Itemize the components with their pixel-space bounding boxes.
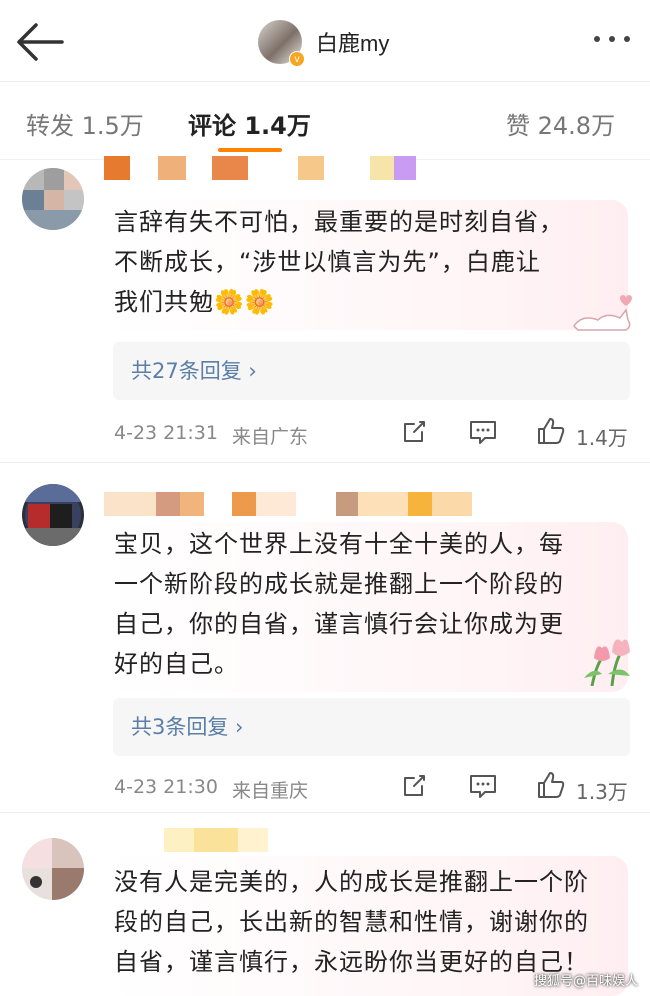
active-tab-indicator bbox=[218, 148, 282, 152]
share-icon[interactable] bbox=[400, 772, 428, 804]
avatar[interactable] bbox=[22, 484, 84, 546]
comment-item: 言辞有失不可怕，最重要的是时刻自省， 不断成长，“涉世以慎言为先”，白鹿让 我们… bbox=[0, 156, 650, 470]
username-mosaic bbox=[104, 156, 416, 180]
avatar[interactable]: v bbox=[258, 20, 305, 67]
like-icon[interactable] bbox=[536, 416, 566, 450]
comment-text: 没有人是完美的，人的成长是推翻上一个阶 段的自己，长出新的智慧和性情，谢谢你的 … bbox=[114, 868, 589, 976]
tab-likes[interactable]: 赞 24.8万 bbox=[506, 106, 615, 141]
back-arrow-icon[interactable] bbox=[14, 20, 66, 64]
divider bbox=[0, 812, 650, 813]
watermark: 搜狐号@百味娱人 bbox=[533, 974, 638, 989]
page-title: 白鹿my bbox=[316, 31, 390, 56]
view-replies-link[interactable]: 共27条回复 › bbox=[113, 342, 630, 400]
verified-badge-icon: v bbox=[289, 51, 305, 67]
tab-bar: 转发 1.5万 评论 1.4万 赞 24.8万 bbox=[0, 82, 650, 160]
comment-item: 宝贝，这个世界上没有十全十美的人，每 一个新阶段的成长就是推翻上一个阶段的 自己… bbox=[0, 470, 650, 820]
tab-comments[interactable]: 评论 1.4万 bbox=[188, 106, 311, 141]
like-count: 1.3万 bbox=[576, 780, 628, 804]
comment-time: 4-23 21:31 bbox=[114, 422, 218, 444]
comment-time: 4-23 21:30 bbox=[114, 776, 218, 798]
view-replies-link[interactable]: 共3条回复 › bbox=[113, 698, 630, 756]
comment-text: 言辞有失不可怕，最重要的是时刻自省， 不断成长，“涉世以慎言为先”，白鹿让 我们… bbox=[114, 208, 564, 316]
comment-icon[interactable] bbox=[468, 418, 498, 450]
profile-header[interactable]: v 白鹿my bbox=[258, 16, 389, 68]
like-icon[interactable] bbox=[536, 770, 566, 804]
username-mosaic bbox=[104, 828, 268, 852]
tab-reposts[interactable]: 转发 1.5万 bbox=[26, 106, 144, 141]
divider bbox=[0, 462, 650, 463]
comment-text: 宝贝，这个世界上没有十全十美的人，每 一个新阶段的成长就是推翻上一个阶段的 自己… bbox=[114, 530, 564, 678]
more-options-icon[interactable] bbox=[594, 36, 630, 42]
comment-icon[interactable] bbox=[468, 772, 498, 804]
username-mosaic bbox=[104, 492, 472, 516]
like-count: 1.4万 bbox=[576, 426, 628, 450]
comment-location: 来自重庆 bbox=[232, 780, 309, 802]
share-icon[interactable] bbox=[400, 418, 428, 450]
comment-location: 来自广东 bbox=[232, 426, 309, 448]
top-bar: v 白鹿my bbox=[0, 0, 650, 82]
avatar[interactable] bbox=[22, 838, 84, 900]
avatar[interactable] bbox=[22, 168, 84, 230]
